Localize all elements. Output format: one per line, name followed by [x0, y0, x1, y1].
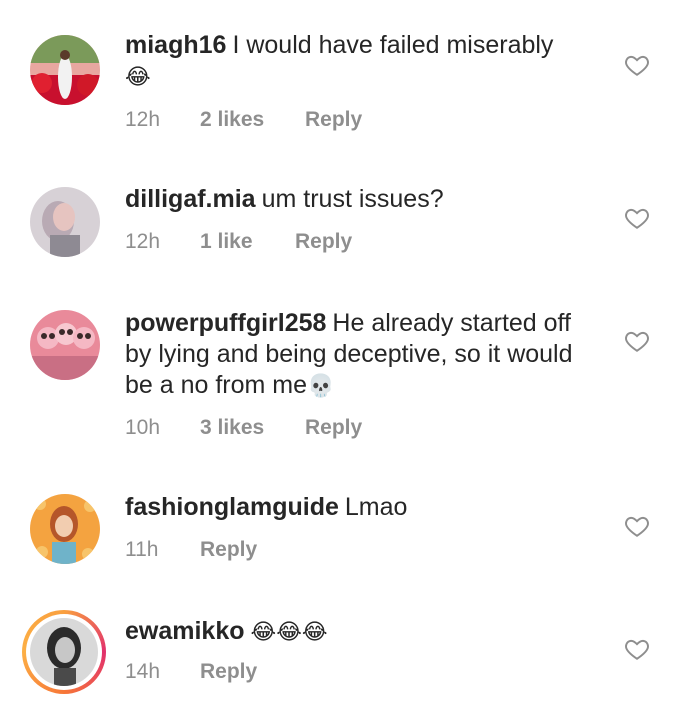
comment-username[interactable]: dilligaf.mia [125, 185, 256, 213]
emoji: 😂 [125, 65, 151, 90]
comment-text: ewamikko 😂😂😂 [125, 616, 595, 648]
comment-meta: 12h 2 likes Reply [125, 108, 362, 132]
comment-time: 12h [125, 230, 161, 253]
reply-button[interactable]: Reply [305, 416, 362, 440]
avatar[interactable] [30, 187, 100, 257]
comment-text: fashionglamguide Lmao [125, 492, 595, 523]
avatar[interactable] [30, 35, 100, 105]
comment-time: 12h [125, 108, 161, 131]
comment-text: miagh16 I would have failed miserably 😂 [125, 30, 595, 93]
avatar[interactable] [30, 494, 100, 564]
comment-time: 14h [125, 660, 161, 683]
comment-username[interactable]: fashionglamguide [125, 493, 339, 521]
comment-meta: 14h Reply [125, 660, 257, 684]
reply-button[interactable]: Reply [200, 538, 257, 562]
comment-text: powerpuffgirl258 He already started off b… [125, 308, 595, 402]
comment-username[interactable]: ewamikko [125, 617, 245, 645]
emoji: 😂😂😂 [250, 620, 328, 645]
comment-meta: 11h Reply [125, 538, 257, 562]
comment-time: 10h [125, 416, 161, 439]
comment-meta: 10h 3 likes Reply [125, 416, 362, 440]
story-ring[interactable] [22, 610, 106, 694]
comment-username[interactable]: miagh16 [125, 31, 226, 59]
reply-button[interactable]: Reply [305, 108, 362, 132]
comment-body: um trust issues? [261, 185, 444, 213]
comment-likes[interactable]: 1 like [200, 230, 295, 254]
comment-body: Lmao [344, 493, 408, 521]
comment-likes[interactable]: 2 likes [200, 108, 305, 132]
emoji: 💀 [307, 374, 335, 399]
reply-button[interactable]: Reply [295, 230, 352, 254]
comment-time: 11h [125, 538, 159, 561]
heart-outline-icon[interactable] [624, 328, 650, 354]
comment-likes[interactable]: 3 likes [200, 416, 305, 440]
heart-outline-icon[interactable] [624, 636, 650, 662]
comment-body: I would have failed miserably [232, 31, 554, 59]
comment-text: dilligaf.mia um trust issues? [125, 184, 595, 215]
avatar[interactable] [30, 310, 100, 380]
heart-outline-icon[interactable] [624, 52, 650, 78]
reply-button[interactable]: Reply [200, 660, 257, 684]
comment-username[interactable]: powerpuffgirl258 [125, 309, 326, 337]
heart-outline-icon[interactable] [624, 513, 650, 539]
heart-outline-icon[interactable] [624, 205, 650, 231]
avatar[interactable] [30, 618, 98, 686]
comment-meta: 12h 1 like Reply [125, 230, 352, 254]
